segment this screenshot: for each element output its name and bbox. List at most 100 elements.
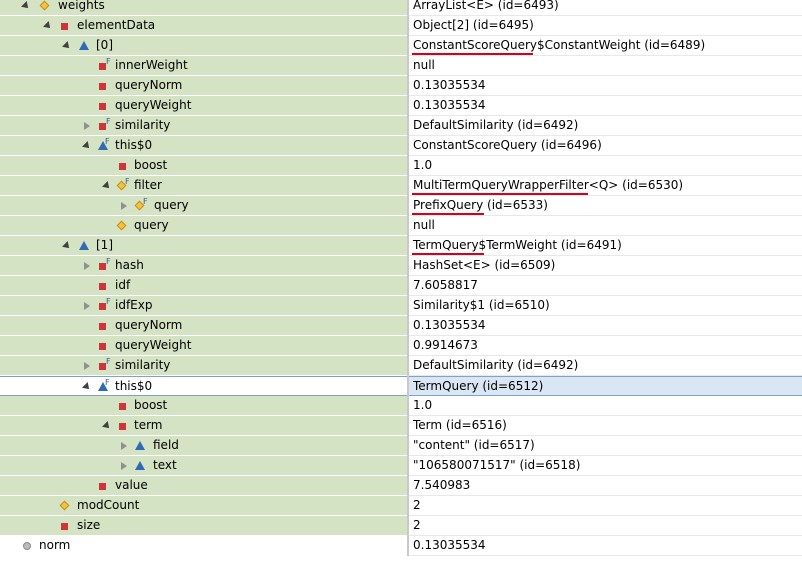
variable-name-cell[interactable]: boost: [0, 396, 407, 416]
expanded-twisty-icon[interactable]: [62, 241, 72, 251]
tree-row[interactable]: boost 1.0: [0, 156, 802, 176]
tree-row[interactable]: boost 1.0: [0, 396, 802, 416]
tree-row[interactable]: Fhash HashSet<E> (id=6509): [0, 256, 802, 276]
variable-name-cell[interactable]: [0]: [0, 36, 407, 56]
collapsed-twisty-icon[interactable]: [84, 362, 90, 370]
variable-value-cell[interactable]: 0.13035534: [409, 96, 802, 116]
variable-value-cell[interactable]: Term (id=6516): [409, 416, 802, 436]
variable-name-cell[interactable]: queryNorm: [0, 316, 407, 336]
variable-value-cell[interactable]: 2: [409, 516, 802, 536]
variable-name-cell[interactable]: FinnerWeight: [0, 56, 407, 76]
variable-name-cell[interactable]: text: [0, 456, 407, 476]
variable-name-cell[interactable]: weights: [0, 0, 407, 16]
variable-value-cell[interactable]: TermQuery (id=6512): [409, 376, 802, 396]
variable-value-cell[interactable]: "content" (id=6517): [409, 436, 802, 456]
variable-value-cell[interactable]: 0.13035534: [409, 76, 802, 96]
variable-name-cell[interactable]: query: [0, 216, 407, 236]
tree-row[interactable]: queryWeight 0.9914673: [0, 336, 802, 356]
final-modifier-icon: F: [106, 297, 111, 306]
variable-name-cell[interactable]: Fthis$0: [0, 376, 407, 396]
expanded-twisty-icon[interactable]: [21, 1, 31, 11]
variable-name-cell[interactable]: term: [0, 416, 407, 436]
variable-value-cell[interactable]: Similarity$1 (id=6510): [409, 296, 802, 316]
variable-value-cell[interactable]: DefaultSimilarity (id=6492): [409, 356, 802, 376]
expanded-twisty-icon[interactable]: [102, 421, 112, 431]
variable-name-cell[interactable]: Fhash: [0, 256, 407, 276]
variable-name-cell[interactable]: value: [0, 476, 407, 496]
variable-value-cell[interactable]: HashSet<E> (id=6509): [409, 256, 802, 276]
variable-name-cell[interactable]: norm: [0, 536, 407, 556]
variable-name-cell[interactable]: Fthis$0: [0, 136, 407, 156]
variable-name-cell[interactable]: queryWeight: [0, 336, 407, 356]
tree-row[interactable]: field "content" (id=6517): [0, 436, 802, 456]
variable-value-cell[interactable]: Object[2] (id=6495): [409, 16, 802, 36]
tree-row[interactable]: queryNorm 0.13035534: [0, 76, 802, 96]
collapsed-twisty-icon[interactable]: [121, 202, 127, 210]
collapsed-twisty-icon[interactable]: [84, 302, 90, 310]
collapsed-twisty-icon[interactable]: [84, 122, 90, 130]
expanded-twisty-icon[interactable]: [102, 181, 112, 191]
collapsed-twisty-icon[interactable]: [84, 262, 90, 270]
variable-name-cell[interactable]: queryNorm: [0, 76, 407, 96]
tree-row[interactable]: value 7.540983: [0, 476, 802, 496]
tree-row[interactable]: size 2: [0, 516, 802, 536]
variable-value-cell[interactable]: 2: [409, 496, 802, 516]
final-modifier-icon: F: [143, 197, 148, 206]
tree-row[interactable]: FinnerWeight null: [0, 56, 802, 76]
variable-name-cell[interactable]: size: [0, 516, 407, 536]
tree-row[interactable]: term Term (id=6516): [0, 416, 802, 436]
collapsed-twisty-icon[interactable]: [121, 442, 127, 450]
variable-name-cell[interactable]: Ffilter: [0, 176, 407, 196]
variable-value-cell[interactable]: 7.6058817: [409, 276, 802, 296]
tree-row[interactable]: elementData Object[2] (id=6495): [0, 16, 802, 36]
variable-name-cell[interactable]: queryWeight: [0, 96, 407, 116]
tree-row[interactable]: Fsimilarity DefaultSimilarity (id=6492): [0, 356, 802, 376]
tree-row[interactable]: weights ArrayList<E> (id=6493): [0, 0, 802, 16]
expanded-twisty-icon[interactable]: [82, 382, 92, 392]
variable-name-cell[interactable]: idf: [0, 276, 407, 296]
variable-name-cell[interactable]: field: [0, 436, 407, 456]
tree-row[interactable]: queryWeight 0.13035534: [0, 96, 802, 116]
variable-name-cell[interactable]: elementData: [0, 16, 407, 36]
tree-row[interactable]: FidfExp Similarity$1 (id=6510): [0, 296, 802, 316]
variable-value-cell[interactable]: 1.0: [409, 156, 802, 176]
expanded-twisty-icon[interactable]: [62, 41, 72, 51]
variable-value-cell[interactable]: 1.0: [409, 396, 802, 416]
expanded-twisty-icon[interactable]: [82, 141, 92, 151]
variable-value-cell[interactable]: 7.540983: [409, 476, 802, 496]
variable-value-cell[interactable]: null: [409, 216, 802, 236]
variable-value-cell[interactable]: 0.13035534: [409, 316, 802, 336]
variable-name-cell[interactable]: [1]: [0, 236, 407, 256]
tree-row[interactable]: [0] ConstantScoreQuery$ConstantWeight (id…: [0, 36, 802, 56]
variable-value-cell[interactable]: ArrayList<E> (id=6493): [409, 0, 802, 16]
private-field-icon: [99, 303, 106, 310]
variable-value-cell[interactable]: 0.13035534: [409, 536, 802, 556]
tree-row[interactable]: Fquery PrefixQuery (id=6533): [0, 196, 802, 216]
variable-name-cell[interactable]: FidfExp: [0, 296, 407, 316]
variable-name-cell[interactable]: boost: [0, 156, 407, 176]
variable-name-cell[interactable]: Fsimilarity: [0, 116, 407, 136]
tree-row[interactable]: Fthis$0 TermQuery (id=6512): [0, 376, 802, 396]
tree-row[interactable]: norm 0.13035534: [0, 536, 802, 556]
variable-name-cell[interactable]: Fquery: [0, 196, 407, 216]
red-annotation-underline: [412, 253, 484, 255]
tree-row[interactable]: Fthis$0 ConstantScoreQuery (id=6496): [0, 136, 802, 156]
tree-row[interactable]: query null: [0, 216, 802, 236]
variable-value-cell[interactable]: ConstantScoreQuery (id=6496): [409, 136, 802, 156]
variable-value-cell[interactable]: "106580071517" (id=6518): [409, 456, 802, 476]
variable-name-cell[interactable]: modCount: [0, 496, 407, 516]
expanded-twisty-icon[interactable]: [43, 21, 53, 31]
tree-row[interactable]: [1] TermQuery$TermWeight (id=6491): [0, 236, 802, 256]
tree-row[interactable]: Ffilter MultiTermQueryWrapperFilter<Q> (i…: [0, 176, 802, 196]
variable-name-cell[interactable]: Fsimilarity: [0, 356, 407, 376]
tree-row[interactable]: modCount 2: [0, 496, 802, 516]
tree-row[interactable]: queryNorm 0.13035534: [0, 316, 802, 336]
tree-row[interactable]: idf 7.6058817: [0, 276, 802, 296]
variable-value-cell[interactable]: 0.9914673: [409, 336, 802, 356]
variable-name: [0]: [96, 38, 113, 52]
tree-row[interactable]: Fsimilarity DefaultSimilarity (id=6492): [0, 116, 802, 136]
collapsed-twisty-icon[interactable]: [121, 462, 127, 470]
tree-row[interactable]: text "106580071517" (id=6518): [0, 456, 802, 476]
variable-value-cell[interactable]: DefaultSimilarity (id=6492): [409, 116, 802, 136]
variable-value-cell[interactable]: null: [409, 56, 802, 76]
